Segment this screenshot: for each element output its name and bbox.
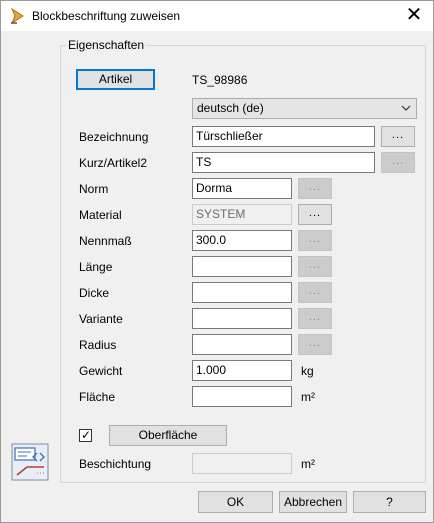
gewicht-unit: kg xyxy=(301,364,314,378)
laenge-browse-button[interactable]: ... xyxy=(298,256,332,277)
norm-field[interactable]: Dorma xyxy=(192,178,292,199)
surface-checkbox[interactable]: ✓ xyxy=(79,428,92,442)
dicke-browse-button[interactable]: ... xyxy=(298,282,332,303)
title-bar: Blockbeschriftung zuweisen ✕ xyxy=(1,1,433,31)
flaeche-field[interactable] xyxy=(192,386,292,407)
flaeche-unit: m² xyxy=(301,390,315,404)
flaeche-label: Fläche xyxy=(79,390,116,404)
beschichtung-label: Beschichtung xyxy=(79,457,152,471)
article-button[interactable]: Artikel xyxy=(76,69,155,90)
app-logo-icon xyxy=(11,8,24,24)
language-selected-value: deutsch (de) xyxy=(197,101,264,115)
dicke-label: Dicke xyxy=(79,286,110,300)
kurz-field[interactable]: TS xyxy=(192,152,375,173)
beschichtung-unit: m² xyxy=(301,457,315,471)
close-button[interactable]: ✕ xyxy=(399,3,429,29)
radius-field[interactable] xyxy=(192,334,292,355)
bezeichnung-label: Bezeichnung xyxy=(79,130,149,144)
checkmark-icon: ✓ xyxy=(81,428,92,442)
radius-browse-button[interactable]: ... xyxy=(298,334,332,355)
close-icon: ✕ xyxy=(405,4,423,26)
laenge-field[interactable] xyxy=(192,256,292,277)
article-id: TS_98986 xyxy=(192,73,248,87)
help-button[interactable]: ? xyxy=(353,491,426,513)
norm-browse-button[interactable]: ... xyxy=(298,178,332,199)
variante-browse-button[interactable]: ... xyxy=(298,308,332,329)
gewicht-field[interactable]: 1.000 xyxy=(192,360,292,381)
material-browse-button[interactable]: ... xyxy=(298,204,332,225)
language-select[interactable]: deutsch (de) xyxy=(192,98,417,119)
window-title: Blockbeschriftung zuweisen xyxy=(32,9,181,23)
ok-button[interactable]: OK xyxy=(198,491,273,513)
cancel-button[interactable]: Abbrechen xyxy=(279,491,347,513)
laenge-label: Länge xyxy=(79,260,113,274)
chevron-down-icon xyxy=(401,105,411,111)
material-field: SYSTEM xyxy=(192,204,292,225)
beschichtung-field xyxy=(192,453,292,474)
properties-group-label: Eigenschaften xyxy=(66,38,147,52)
nennmass-field[interactable]: 300.0 xyxy=(192,230,292,251)
kurz-label: Kurz/Artikel2 xyxy=(79,156,148,170)
dicke-field[interactable] xyxy=(192,282,292,303)
bezeichnung-field[interactable]: Türschließer xyxy=(192,126,375,147)
surface-button[interactable]: Oberfläche xyxy=(109,425,227,446)
bezeichnung-browse-button[interactable]: ... xyxy=(381,126,415,147)
norm-label: Norm xyxy=(79,182,109,196)
block-label-icon[interactable] xyxy=(11,443,49,481)
gewicht-label: Gewicht xyxy=(79,364,123,378)
dialog-window: Blockbeschriftung zuweisen ✕ Eigenschaft… xyxy=(0,0,434,523)
material-label: Material xyxy=(79,208,122,222)
nennmass-browse-button[interactable]: ... xyxy=(298,230,332,251)
kurz-browse-button[interactable]: ... xyxy=(381,152,415,173)
nennmass-label: Nennmaß xyxy=(79,234,132,248)
variante-field[interactable] xyxy=(192,308,292,329)
variante-label: Variante xyxy=(79,312,123,326)
radius-label: Radius xyxy=(79,338,117,352)
